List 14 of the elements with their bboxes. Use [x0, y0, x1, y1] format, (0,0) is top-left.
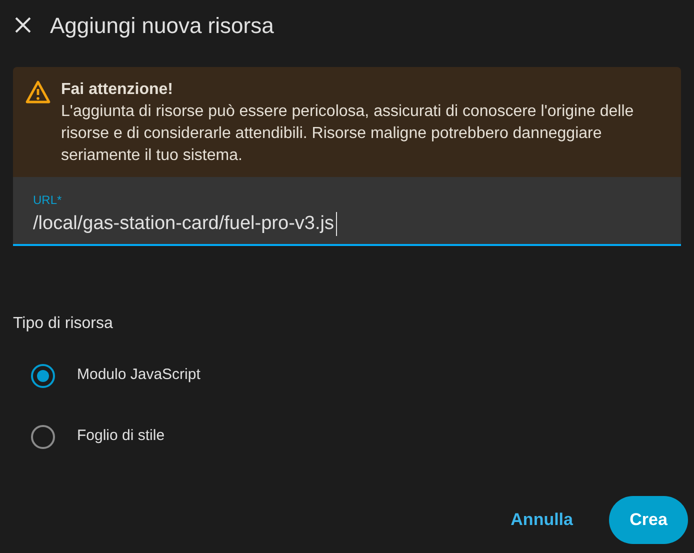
cancel-button[interactable]: Annulla — [490, 496, 593, 544]
radio-label: Modulo JavaScript — [77, 365, 200, 386]
url-label: URL* — [33, 192, 63, 209]
radio-button[interactable] — [31, 424, 55, 448]
url-value: /local/gas-station-card/fuel-pro-v3.js — [33, 212, 337, 236]
warning-message: L'aggiunta di risorse può essere pericolosa, assicurati di conoscere l'origine delle risorse e di considerarle attendibili. Risorse maligne potrebbero danneggiare seriamente il tuo sistema. — [61, 102, 635, 166]
dialog-title: Aggiungi nuova risorsa — [50, 12, 274, 40]
warning-icon — [25, 80, 51, 104]
url-input-field[interactable]: URL* /local/gas-station-card/fuel-pro-v3.js — [13, 177, 681, 246]
radio-button[interactable] — [31, 364, 55, 388]
resource-type-label: Tipo di risorsa — [13, 315, 113, 332]
radio-label: Foglio di stile — [77, 426, 165, 446]
close-icon — [14, 16, 32, 34]
warning-title: Fai attenzione! — [61, 80, 174, 100]
